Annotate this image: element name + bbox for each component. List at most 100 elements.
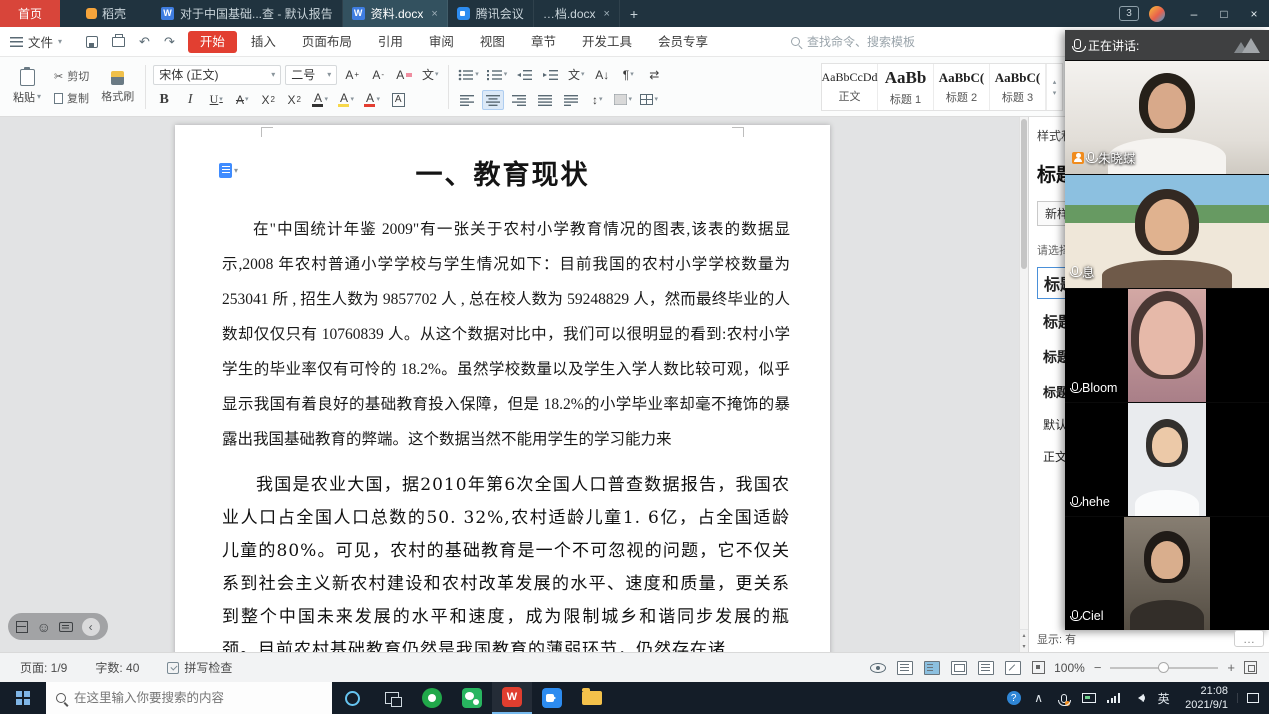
shrink-font-button[interactable]: A- xyxy=(367,65,389,85)
zoom-slider-knob[interactable] xyxy=(1158,662,1169,673)
line-spacing-button[interactable]: ↕▾ xyxy=(586,90,608,110)
collapse-icon[interactable]: ‹ xyxy=(82,618,100,636)
style-picker-widget[interactable]: ▾ xyxy=(219,163,238,178)
document-canvas[interactable]: ▾ 一、教育现状 在"中国统计年鉴 2009"有一张关于农村小学教育情况的图表,… xyxy=(0,117,1028,652)
borders-button[interactable]: ▾ xyxy=(638,90,660,110)
align-center-button[interactable] xyxy=(482,90,504,110)
participant-video[interactable]: hehe xyxy=(1065,402,1269,516)
style-heading1[interactable]: AaBb 标题 1 xyxy=(878,64,934,110)
menu-tab-developer[interactable]: 开发工具 xyxy=(570,31,644,53)
scrollbar-thumb[interactable] xyxy=(1021,119,1027,269)
fit-page-icon[interactable] xyxy=(1032,661,1045,674)
task-view-button[interactable] xyxy=(372,682,412,714)
bold-button[interactable]: B xyxy=(153,90,175,110)
scroll-down-icon[interactable]: ▾ xyxy=(1053,89,1057,97)
font-color-button[interactable]: A▾ xyxy=(361,90,383,110)
fullscreen-icon[interactable] xyxy=(1244,661,1257,674)
italic-button[interactable]: I xyxy=(179,90,201,110)
participant-video[interactable]: Bloom xyxy=(1065,288,1269,402)
scroll-up-icon[interactable]: ▴ xyxy=(1053,78,1057,86)
vertical-scrollbar[interactable] xyxy=(1019,117,1028,629)
taskbar-app-meeting[interactable] xyxy=(532,682,572,714)
spellcheck-toggle[interactable]: 拼写检查 xyxy=(167,659,232,676)
meeting-header[interactable]: 正在讲话: xyxy=(1065,30,1269,60)
distribute-button[interactable] xyxy=(560,90,582,110)
menu-tab-review[interactable]: 审阅 xyxy=(417,31,466,53)
participant-video[interactable]: 息 xyxy=(1065,174,1269,288)
read-view-button[interactable] xyxy=(978,661,994,675)
participant-video[interactable]: 朱晓蝶 xyxy=(1065,60,1269,174)
tab-ziliao-doc[interactable]: W 资料.docx × xyxy=(343,0,448,27)
justify-button[interactable] xyxy=(534,90,556,110)
doc-count-badge[interactable]: 3 xyxy=(1119,6,1139,21)
text-effects-button[interactable]: A▾ xyxy=(309,90,331,110)
menu-tab-page-layout[interactable]: 页面布局 xyxy=(290,31,364,53)
menu-tab-references[interactable]: 引用 xyxy=(366,31,415,53)
minimize-button[interactable]: – xyxy=(1179,0,1209,27)
web-view-button[interactable] xyxy=(951,661,967,675)
taskbar-search[interactable] xyxy=(46,682,332,714)
subscript-button[interactable]: X2 xyxy=(283,90,305,110)
taskbar-app-wps[interactable]: W xyxy=(492,682,532,714)
next-page-button[interactable]: ▾ xyxy=(1019,641,1028,652)
redo-icon[interactable]: ↷ xyxy=(164,34,175,50)
copy-button[interactable]: 复制 xyxy=(54,90,89,106)
meeting-window[interactable]: 正在讲话: 朱晓蝶 息 Bloom xyxy=(1065,30,1269,630)
style-normal[interactable]: AaBbCcDd 正文 xyxy=(822,64,878,110)
grow-font-button[interactable]: A+ xyxy=(341,65,363,85)
volume-button[interactable] xyxy=(1126,682,1151,714)
participant-video[interactable]: Ciel xyxy=(1065,516,1269,630)
search-input[interactable] xyxy=(74,691,304,705)
phonetic-guide-button[interactable]: 文▾ xyxy=(419,65,441,85)
maximize-button[interactable]: □ xyxy=(1209,0,1239,27)
style-heading2[interactable]: AaBbC( 标题 2 xyxy=(934,64,990,110)
face-icon[interactable]: ☺ xyxy=(37,620,51,634)
new-tab-button[interactable]: + xyxy=(620,0,648,27)
print-icon[interactable] xyxy=(112,37,125,47)
account-avatar[interactable] xyxy=(1149,6,1165,22)
outline-view-button[interactable] xyxy=(924,661,940,675)
document-page[interactable]: ▾ 一、教育现状 在"中国统计年鉴 2009"有一张关于农村小学教育情况的图表,… xyxy=(175,125,830,652)
show-marks-button[interactable]: ¶▾ xyxy=(617,65,639,85)
save-icon[interactable] xyxy=(86,36,98,48)
zoom-in-button[interactable]: + xyxy=(1227,661,1235,674)
zoom-level[interactable]: 100% xyxy=(1054,661,1085,675)
numbered-list-button[interactable]: ▾ xyxy=(485,65,510,85)
page-view-button[interactable] xyxy=(897,661,913,675)
notification-center-button[interactable] xyxy=(1237,693,1267,703)
menu-tab-home[interactable]: 开始 xyxy=(188,31,237,53)
close-button[interactable]: × xyxy=(1239,0,1269,27)
floating-toolbar[interactable]: ☺ ‹ xyxy=(8,613,108,640)
clear-format-button[interactable]: A xyxy=(393,65,415,85)
font-name-select[interactable]: 宋体 (正文)▾ xyxy=(153,65,281,85)
cut-button[interactable]: ✂剪切 xyxy=(54,68,89,84)
edit-mode-button[interactable] xyxy=(1005,661,1021,675)
display-tray-button[interactable] xyxy=(1076,682,1101,714)
undo-icon[interactable]: ↶ xyxy=(139,34,150,50)
superscript-button[interactable]: X2 xyxy=(257,90,279,110)
start-button[interactable] xyxy=(0,682,46,714)
sort-button[interactable]: A↓ xyxy=(591,65,613,85)
tab-docer[interactable]: 稻壳 xyxy=(60,0,152,27)
menu-tab-view[interactable]: 视图 xyxy=(468,31,517,53)
decrease-indent-button[interactable] xyxy=(513,65,535,85)
increase-indent-button[interactable] xyxy=(539,65,561,85)
language-indicator[interactable]: 英 xyxy=(1151,682,1176,714)
text-direction-button[interactable]: ⇄ xyxy=(643,65,665,85)
underline-button[interactable]: U▾ xyxy=(205,90,227,110)
align-right-button[interactable] xyxy=(508,90,530,110)
microphone-tray-button[interactable] xyxy=(1051,682,1076,714)
menu-tab-membership[interactable]: 会员专享 xyxy=(646,31,720,53)
shading-button[interactable]: ▾ xyxy=(612,90,634,110)
taskbar-app-browser[interactable] xyxy=(412,682,452,714)
grid-tool-icon[interactable] xyxy=(16,621,28,633)
close-tab-icon[interactable]: × xyxy=(431,8,437,20)
zoom-out-button[interactable]: − xyxy=(1094,661,1102,674)
tab-report-doc[interactable]: W 对于中国基础...查 - 默认报告 xyxy=(152,0,343,27)
tab-home[interactable]: 首页 xyxy=(0,0,60,27)
font-size-select[interactable]: 二号▾ xyxy=(285,65,337,85)
format-painter-button[interactable]: 格式刷 xyxy=(97,71,138,104)
more-button[interactable]: … xyxy=(1234,630,1264,647)
prev-page-button[interactable]: ▴ xyxy=(1019,630,1028,641)
eye-protection-icon[interactable] xyxy=(870,663,886,673)
